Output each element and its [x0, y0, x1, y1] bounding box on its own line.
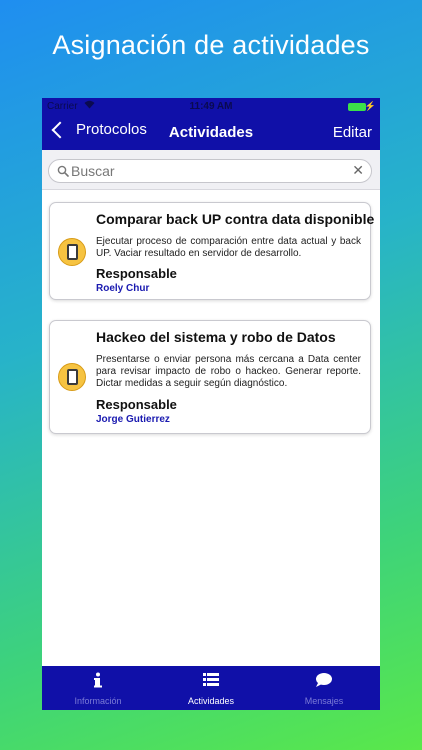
chat-bubble-icon [268, 672, 380, 688]
activity-description: Ejecutar proceso de comparación entre da… [96, 236, 361, 259]
tab-label: Información [74, 696, 122, 706]
chevron-left-icon [51, 121, 69, 138]
search-box[interactable]: ✕ [48, 159, 372, 183]
tab-informacion[interactable]: Información [42, 666, 154, 710]
tab-bar: Información Actividades Mensajes [42, 666, 380, 710]
responsible-name: Jorge Gutierrez [96, 414, 170, 425]
edit-button[interactable]: Editar [333, 124, 372, 141]
back-button[interactable]: Protocolos [50, 121, 147, 138]
tab-mensajes[interactable]: Mensajes [268, 666, 380, 710]
tab-label: Mensajes [304, 696, 344, 706]
phone-screen: Carrier 11:49 AM ⚡ Protocolos Actividade… [42, 98, 380, 710]
info-icon [42, 672, 154, 688]
activity-card[interactable]: Comparar back UP contra data disponible … [49, 202, 375, 300]
search-input[interactable] [71, 162, 341, 180]
activity-title: Hackeo del sistema y robo de Datos [96, 329, 336, 345]
back-label: Protocolos [76, 121, 147, 138]
promo-title: Asignación de actividades [52, 30, 370, 60]
list-icon [155, 672, 267, 688]
search-bar-container: ✕ [42, 150, 380, 190]
navigation-bar: Protocolos Actividades Editar [42, 116, 380, 150]
activity-description: Presentarse o enviar persona más cercana… [96, 354, 361, 389]
tab-actividades[interactable]: Actividades [155, 666, 267, 710]
charging-bolt-icon: ⚡ [364, 101, 376, 111]
status-time: 11:49 AM [189, 101, 233, 112]
responsible-label: Responsable [96, 397, 177, 412]
status-bar: Carrier 11:49 AM ⚡ [42, 98, 380, 116]
search-icon [57, 165, 69, 177]
tab-label: Actividades [187, 696, 235, 706]
responsible-name: Roely Chur [96, 283, 150, 294]
tablet-icon [58, 238, 86, 266]
battery-icon [348, 103, 366, 111]
clear-icon[interactable]: ✕ [352, 162, 364, 179]
tablet-icon [58, 363, 86, 391]
activity-title: Comparar back UP contra data disponible [96, 211, 375, 227]
responsible-label: Responsable [96, 266, 177, 281]
activity-card[interactable]: Hackeo del sistema y robo de Datos Prese… [49, 320, 371, 434]
